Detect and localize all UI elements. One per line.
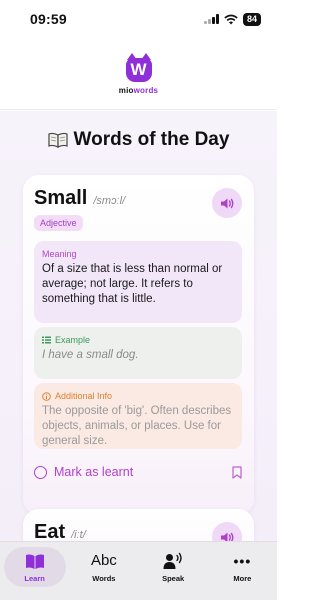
circle-icon [34,465,47,479]
tab-speak[interactable]: Speak [142,547,204,587]
signal-icon [204,14,219,24]
page-title: Words of the Day [0,129,277,151]
info-text: The opposite of 'big'. Often describes o… [42,405,232,447]
app-header: W miowords [0,38,277,110]
tab-label: Speak [162,574,185,583]
word-text: Eat [34,521,66,541]
more-icon: ••• [233,553,252,569]
example-header: Example [42,335,234,345]
pronounce-button[interactable] [212,188,242,218]
mark-as-learnt-label: Mark as learnt [54,465,134,479]
word-text: Small [34,187,88,209]
open-book-icon [47,132,68,148]
book-icon [25,551,45,571]
status-time: 09:59 [30,11,67,27]
speak-icon [163,551,183,571]
battery-indicator: 84 [242,12,261,26]
info-section: Additional Info The opposite of 'big'. O… [34,383,242,449]
tab-bar: Learn Abc Words Speak ••• More [0,541,277,600]
pronounce-button[interactable] [212,522,242,541]
abc-icon: Abc [90,552,117,569]
phonetic-text: /iːt/ [71,529,86,541]
info-label: Additional Info [55,391,113,401]
word-heading: Eat /iːt/ [34,521,86,541]
word-card: Eat /iːt/ [23,509,254,541]
phonetic-text: /smɔːl/ [93,195,126,207]
meaning-text: Of a size that is less than normal or av… [42,263,223,305]
part-of-speech-badge: Adjective [34,215,83,231]
tab-label: Words [92,574,116,583]
tab-label: More [233,574,252,583]
tab-learn[interactable]: Learn [3,547,66,587]
word-heading: Small /smɔːl/ [34,187,125,210]
info-icon [42,391,51,401]
logo-icon: W [125,53,152,82]
example-label: Example [55,335,91,345]
meaning-section: Meaning Of a size that is less than norm… [34,241,242,323]
speaker-icon [220,532,233,541]
word-card: Small /smɔːl/ Adjective Meaning Of a siz… [23,175,254,515]
status-icons: 84 [204,12,261,26]
example-text: I have a small dog. [42,349,139,361]
meaning-label: Meaning [42,249,77,259]
speaker-icon [220,198,233,208]
main-content[interactable]: Words of the Day Small /smɔːl/ Adjective… [0,111,277,541]
tab-words[interactable]: Abc Words [73,547,135,587]
info-header: Additional Info [42,391,234,401]
tab-label: Learn [24,574,45,583]
list-icon [42,336,51,344]
mark-as-learnt-button[interactable]: Mark as learnt [34,465,133,479]
bookmark-icon[interactable] [232,466,242,479]
logo-text: miowords [118,86,159,95]
tab-more[interactable]: ••• More [211,547,273,587]
wifi-icon [224,14,238,24]
status-bar: 09:59 84 [0,0,277,38]
example-section: Example I have a small dog. [34,327,242,379]
